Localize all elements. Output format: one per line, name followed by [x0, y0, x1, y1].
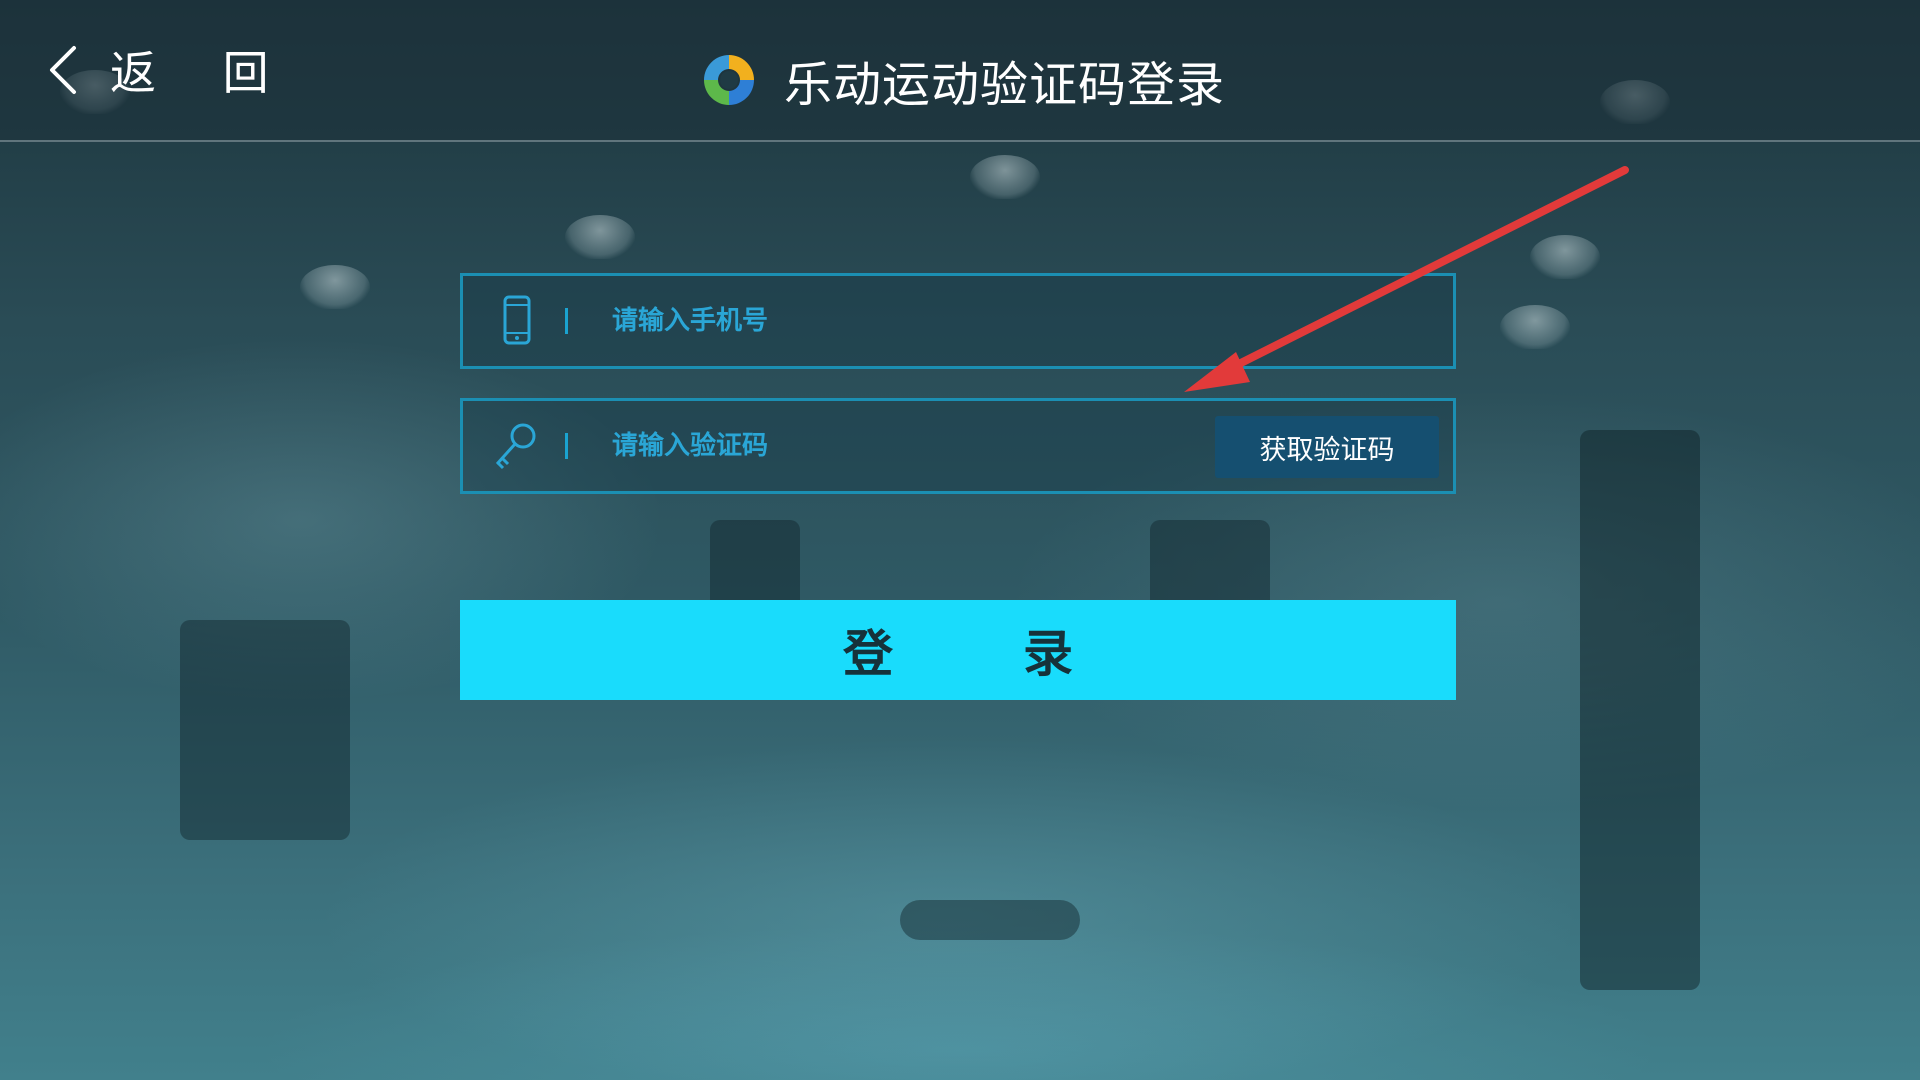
gym-background — [0, 0, 1920, 1080]
phone-field — [460, 273, 1456, 369]
get-code-button[interactable]: 获取验证码 — [1215, 416, 1439, 478]
field-divider — [565, 308, 568, 334]
back-label: 返 回 — [110, 46, 295, 100]
ceiling-lamp — [300, 265, 370, 309]
phone-input[interactable] — [610, 290, 1174, 352]
back-button[interactable]: 返 回 — [40, 40, 295, 100]
mobile-phone-icon — [503, 295, 531, 345]
key-icon — [495, 423, 536, 470]
verification-code-input[interactable] — [610, 415, 1174, 477]
code-field: 获取验证码 — [460, 398, 1456, 494]
ceiling-lamp — [1500, 305, 1570, 349]
page-title: 乐动运动验证码登录 — [784, 57, 1226, 113]
app-logo-icon — [704, 55, 754, 105]
gym-machine — [180, 620, 350, 840]
field-divider — [565, 433, 568, 459]
ceiling-lamp — [970, 155, 1040, 199]
gym-bench — [900, 900, 1080, 940]
ceiling-lamp — [1530, 235, 1600, 279]
chevron-left-icon — [50, 46, 76, 94]
top-bar: 返 回 乐动运动验证码登录 — [0, 0, 1920, 142]
ceiling-lamp — [565, 215, 635, 259]
gym-machine — [1580, 430, 1700, 990]
login-button[interactable]: 登录 — [460, 600, 1456, 700]
title-group: 乐动运动验证码登录 — [700, 48, 1226, 113]
